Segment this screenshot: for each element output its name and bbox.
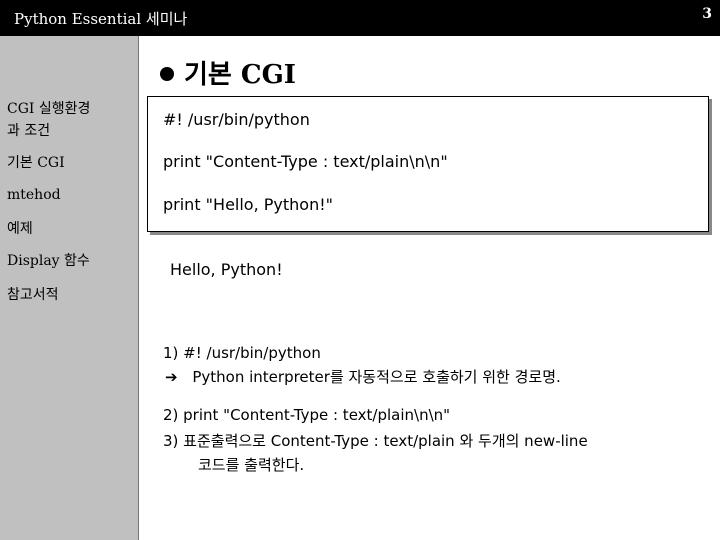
note-3-continued: 코드를 출력한다. bbox=[198, 456, 305, 474]
bullet-icon bbox=[160, 67, 174, 81]
sidebar-item-method[interactable]: mtehod bbox=[7, 186, 61, 205]
page-number: 3 bbox=[702, 6, 712, 22]
sidebar-item-basic-cgi[interactable]: 기본 CGI bbox=[7, 154, 65, 173]
sidebar-item-example[interactable]: 예제 bbox=[7, 220, 33, 239]
note-3: 3) 표준출력으로 Content-Type : text/plain 와 두개… bbox=[163, 432, 588, 450]
sidebar-item-cgi-environment-cont[interactable]: 과 조건 bbox=[7, 122, 50, 141]
right-arrow-icon: ➔ bbox=[165, 368, 178, 386]
heading-text: 기본 CGI bbox=[184, 60, 296, 90]
code-line: print "Hello, Python!" bbox=[163, 195, 333, 214]
title-bar: Python Essential 세미나 3 bbox=[0, 0, 720, 36]
presentation-title: Python Essential 세미나 bbox=[14, 10, 188, 28]
code-line: print "Content-Type : text/plain\n\n" bbox=[163, 152, 448, 171]
sidebar-item-cgi-environment[interactable]: CGI 실행환경 bbox=[7, 100, 90, 119]
sidebar-item-references[interactable]: 참고서적 bbox=[7, 286, 59, 305]
note-2: 2) print "Content-Type : text/plain\n\n" bbox=[163, 406, 451, 424]
code-line: #! /usr/bin/python bbox=[163, 110, 310, 129]
code-box: #! /usr/bin/python print "Content-Type :… bbox=[147, 96, 709, 232]
program-output: Hello, Python! bbox=[170, 260, 283, 279]
slide-heading: 기본 CGI bbox=[160, 54, 296, 91]
note-1: 1) #! /usr/bin/python bbox=[163, 344, 321, 362]
note-1-description: ➔ Python interpreter를 자동적으로 호출하기 위한 경로명. bbox=[165, 366, 561, 387]
note-1-text: Python interpreter를 자동적으로 호출하기 위한 경로명. bbox=[192, 368, 561, 386]
sidebar-item-display-function[interactable]: Display 함수 bbox=[7, 252, 90, 271]
sidebar: CGI 실행환경 과 조건 기본 CGI mtehod 예제 Display 함… bbox=[0, 36, 139, 540]
